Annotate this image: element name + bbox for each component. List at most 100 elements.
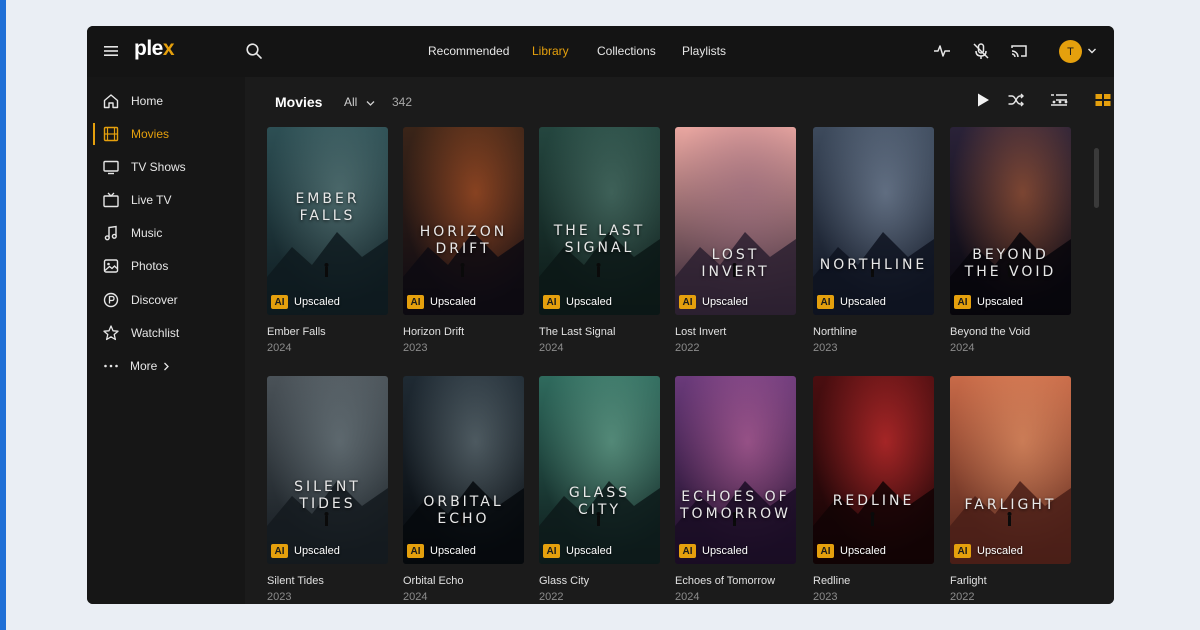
sidebar-item-home[interactable]: Home bbox=[87, 88, 245, 114]
movie-poster[interactable]: THE LAST SIGNAL AI Upscaled bbox=[539, 127, 660, 315]
upscaled-label: Upscaled bbox=[430, 296, 476, 308]
movie-title[interactable]: Silent Tides bbox=[267, 575, 388, 587]
play-icon[interactable] bbox=[974, 91, 992, 109]
poster-title-text: REDLINE bbox=[832, 493, 915, 509]
movie-card[interactable]: REDLINE AI Upscaled Redline 2023 bbox=[813, 376, 934, 603]
sidebar-item-more[interactable]: More bbox=[87, 353, 245, 379]
movie-title[interactable]: The Last Signal bbox=[539, 326, 660, 338]
scrollbar-thumb[interactable] bbox=[1094, 148, 1099, 208]
upscaled-label: Upscaled bbox=[977, 296, 1023, 308]
sidebar-item-label: Live TV bbox=[131, 193, 172, 207]
poster-artwork bbox=[813, 376, 934, 564]
sidebar-item-movies[interactable]: Movies bbox=[87, 121, 245, 147]
movie-title[interactable]: Lost Invert bbox=[675, 326, 796, 338]
movie-poster[interactable]: ORBITAL ECHO AI Upscaled bbox=[403, 376, 524, 564]
movie-title[interactable]: Orbital Echo bbox=[403, 575, 524, 587]
sidebar-item-label: TV Shows bbox=[131, 160, 186, 174]
upscaled-label: Upscaled bbox=[294, 545, 340, 557]
movie-year: 2023 bbox=[813, 591, 838, 603]
poster-title-text: LOST INVERT bbox=[701, 247, 770, 280]
poster-artwork bbox=[813, 127, 934, 315]
movie-card[interactable]: SILENT TIDES AI Upscaled Silent Tides 2023 bbox=[267, 376, 388, 603]
mic-off-icon[interactable] bbox=[971, 41, 991, 61]
tab-collections[interactable]: Collections bbox=[597, 44, 656, 58]
poster-title-text: GLASS CITY bbox=[568, 485, 631, 518]
more-icon bbox=[104, 364, 118, 368]
chevron-down-icon[interactable] bbox=[1087, 46, 1097, 56]
poster-title-text: ORBITAL ECHO bbox=[423, 494, 504, 527]
sidebar-item-music[interactable]: Music bbox=[87, 220, 245, 246]
movie-year: 2023 bbox=[267, 591, 292, 603]
poster-title-text: HORIZON DRIFT bbox=[419, 224, 508, 257]
sidebar-item-photos[interactable]: Photos bbox=[87, 253, 245, 279]
ai-label: AI bbox=[954, 295, 971, 309]
sidebar-item-tv-shows[interactable]: TV Shows bbox=[87, 154, 245, 180]
movie-poster[interactable]: EMBER FALLS AI Upscaled bbox=[267, 127, 388, 315]
movie-title[interactable]: Glass City bbox=[539, 575, 660, 587]
poster-title-text: NORTHLINE bbox=[819, 257, 928, 273]
movie-year: 2022 bbox=[675, 342, 700, 354]
tab-playlists[interactable]: Playlists bbox=[682, 44, 726, 58]
ai-label: AI bbox=[817, 295, 834, 309]
movie-poster[interactable]: SILENT TIDES AI Upscaled bbox=[267, 376, 388, 564]
sidebar-item-live-tv[interactable]: Live TV bbox=[87, 187, 245, 213]
movie-poster[interactable]: LOST INVERT AI Upscaled bbox=[675, 127, 796, 315]
movie-card[interactable]: THE LAST SIGNAL AI Upscaled The Last Signal… bbox=[539, 127, 660, 354]
poster-artwork bbox=[403, 127, 524, 315]
ai-label: AI bbox=[543, 544, 560, 558]
ai-label: AI bbox=[817, 544, 834, 558]
upscaled-badge: AI Upscaled bbox=[679, 295, 748, 309]
movie-title[interactable]: Northline bbox=[813, 326, 934, 338]
upscaled-label: Upscaled bbox=[702, 296, 748, 308]
more-options-icon[interactable] bbox=[1051, 93, 1069, 111]
movie-title[interactable]: Beyond the Void bbox=[950, 326, 1071, 338]
sidebar-item-label: Discover bbox=[131, 293, 178, 307]
user-avatar[interactable]: T bbox=[1059, 40, 1082, 63]
filter-dropdown[interactable]: All bbox=[344, 95, 375, 109]
movie-poster[interactable]: NORTHLINE AI Upscaled bbox=[813, 127, 934, 315]
tab-library[interactable]: Library bbox=[532, 44, 569, 58]
ai-label: AI bbox=[407, 295, 424, 309]
poster-title-text: FARLIGHT bbox=[964, 497, 1057, 513]
sidebar-item-watchlist[interactable]: Watchlist bbox=[87, 320, 245, 346]
movie-title[interactable]: Horizon Drift bbox=[403, 326, 524, 338]
poster-artwork bbox=[539, 127, 660, 315]
movie-card[interactable]: FARLIGHT AI Upscaled Farlight 2022 bbox=[950, 376, 1071, 603]
film-icon bbox=[103, 126, 119, 142]
sidebar-item-discover[interactable]: Discover bbox=[87, 287, 245, 313]
movie-card[interactable]: ECHOES OF TOMORROW AI Upscaled Echoes of To… bbox=[675, 376, 796, 603]
movie-poster[interactable]: HORIZON DRIFT AI Upscaled bbox=[403, 127, 524, 315]
movie-poster[interactable]: ECHOES OF TOMORROW AI Upscaled bbox=[675, 376, 796, 564]
movie-year: 2024 bbox=[950, 342, 975, 354]
movie-poster[interactable]: FARLIGHT AI Upscaled bbox=[950, 376, 1071, 564]
filter-value: All bbox=[344, 95, 358, 109]
movie-title[interactable]: Farlight bbox=[950, 575, 1071, 587]
chevron-down-icon bbox=[366, 100, 375, 106]
movie-poster[interactable]: BEYOND THE VOID AI Upscaled bbox=[950, 127, 1071, 315]
sidebar-item-label: Movies bbox=[131, 127, 170, 141]
photos-icon bbox=[103, 259, 119, 273]
movie-title[interactable]: Echoes of Tomorrow bbox=[675, 575, 796, 587]
movie-card[interactable]: EMBER FALLS AI Upscaled Ember Falls 2024 bbox=[267, 127, 388, 354]
cast-icon[interactable] bbox=[1009, 41, 1029, 61]
movie-card[interactable]: LOST INVERT AI Upscaled Lost Invert 2022 bbox=[675, 127, 796, 354]
movie-card[interactable]: NORTHLINE AI Upscaled Northline 2023 bbox=[813, 127, 934, 354]
movie-card[interactable]: HORIZON DRIFT AI Upscaled Horizon Drift 2023 bbox=[403, 127, 524, 354]
movie-poster[interactable]: GLASS CITY AI Upscaled bbox=[539, 376, 660, 564]
movie-card[interactable]: BEYOND THE VOID AI Upscaled Beyond the Void… bbox=[950, 127, 1071, 354]
music-icon bbox=[104, 225, 117, 241]
movie-title[interactable]: Ember Falls bbox=[267, 326, 388, 338]
movie-poster[interactable]: REDLINE AI Upscaled bbox=[813, 376, 934, 564]
sidebar-item-label: Photos bbox=[131, 259, 169, 273]
grid-view-icon[interactable] bbox=[1094, 91, 1112, 109]
upscaled-badge: AI Upscaled bbox=[407, 295, 476, 309]
shuffle-icon[interactable] bbox=[1007, 91, 1025, 109]
movie-card[interactable]: GLASS CITY AI Upscaled Glass City 2022 bbox=[539, 376, 660, 603]
top-bar: plex Recommended Library Collections Pla… bbox=[87, 26, 1114, 77]
movie-card[interactable]: ORBITAL ECHO AI Upscaled Orbital Echo 2024 bbox=[403, 376, 524, 603]
tab-recommended[interactable]: Recommended bbox=[428, 44, 509, 58]
ai-label: AI bbox=[543, 295, 560, 309]
activity-icon[interactable] bbox=[932, 41, 952, 61]
movie-title[interactable]: Redline bbox=[813, 575, 934, 587]
upscaled-label: Upscaled bbox=[566, 296, 612, 308]
